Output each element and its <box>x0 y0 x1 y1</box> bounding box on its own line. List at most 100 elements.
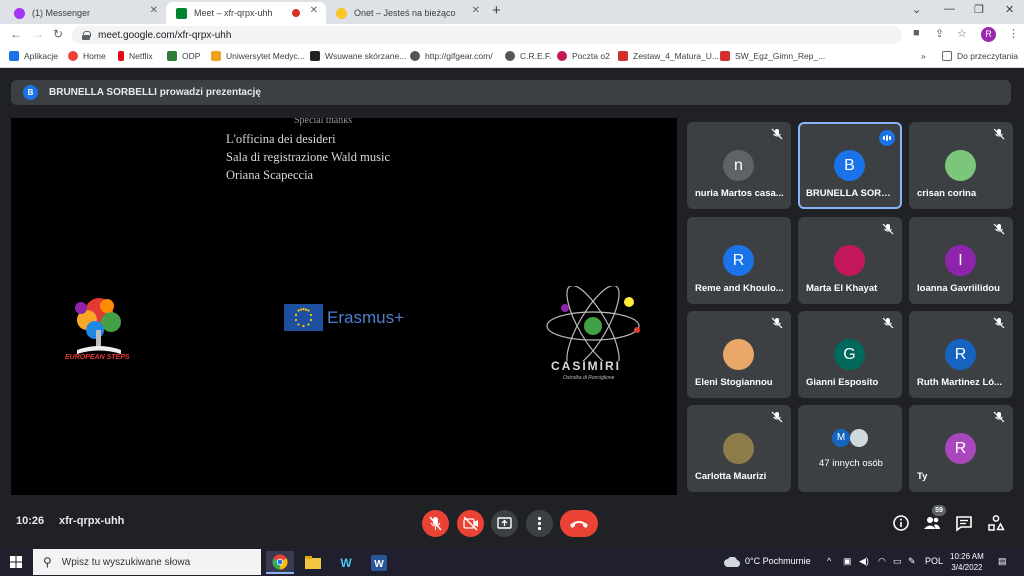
tab-search-icon[interactable]: ⌄ <box>912 3 921 16</box>
close-icon[interactable]: ✕ <box>150 5 158 16</box>
reading-list-button[interactable]: Do przeczytania <box>942 51 1018 61</box>
present-screen-button[interactable] <box>491 510 518 537</box>
taskbar-search-box[interactable]: ⚲ Wpisz tu wyszukiwane słowa <box>33 549 261 575</box>
pen-icon[interactable]: ✎ <box>908 556 916 567</box>
mic-off-icon <box>993 223 1005 235</box>
tab-messenger[interactable]: (1) Messenger ✕ <box>4 2 166 24</box>
share-icon[interactable]: ⇪ <box>935 27 944 40</box>
bookmark-home[interactable]: Home <box>68 51 106 61</box>
people-icon[interactable] <box>923 514 941 532</box>
bookmark-label: Aplikacje <box>24 51 59 61</box>
leave-call-button[interactable] <box>560 510 598 537</box>
windows-start-icon[interactable] <box>10 556 22 568</box>
participant-tile[interactable]: Marta El Khayat <box>798 217 902 304</box>
notifications-icon[interactable]: ▤ <box>998 556 1007 567</box>
participant-name: Gianni Esposito <box>806 377 879 388</box>
participant-tile[interactable]: R Reme and Khoulo... <box>687 217 791 304</box>
close-icon[interactable]: ✕ <box>310 5 318 16</box>
participant-tile[interactable]: G Gianni Esposito <box>798 311 902 398</box>
battery-icon[interactable]: ▭ <box>893 556 902 567</box>
forward-icon[interactable]: → <box>32 27 44 41</box>
avatar: R <box>723 245 754 276</box>
more-options-button[interactable] <box>526 510 553 537</box>
taskbar-word[interactable]: W <box>365 551 393 574</box>
mic-toggle-button[interactable] <box>422 510 449 537</box>
minimize-button[interactable]: — <box>944 3 955 15</box>
camera-off-icon <box>463 516 478 531</box>
meet-app: B BRUNELLA SORBELLI prowadzi prezentację… <box>0 68 1024 548</box>
taskbar-file-explorer[interactable] <box>299 551 327 574</box>
credit-line: Oriana Scapeccia <box>226 168 314 182</box>
camera-toggle-button[interactable] <box>457 510 484 537</box>
avatar: G <box>834 339 865 370</box>
participant-tile[interactable]: crisan corina <box>909 122 1013 209</box>
chat-icon[interactable] <box>955 514 973 532</box>
participant-name: nuria Martos casa... <box>695 188 784 199</box>
system-clock[interactable]: 10:26 AM 3/4/2022 <box>950 551 984 573</box>
tray-app-icon[interactable]: ▣ <box>843 556 852 567</box>
meeting-code: xfr-qrpx-uhh <box>59 515 125 527</box>
bookmark-zestaw[interactable]: Zestaw_4_Matura_U... <box>618 51 719 61</box>
maximize-button[interactable]: ❐ <box>974 3 984 16</box>
presenter-avatar: B <box>23 85 38 100</box>
bookmark-apps[interactable]: Aplikacje <box>9 51 58 61</box>
participant-name: Ruth Martinez Ló... <box>917 377 1002 388</box>
bookmark-star-icon[interactable]: ☆ <box>957 27 967 40</box>
bookmark-label: Netflix <box>129 51 153 61</box>
info-icon[interactable] <box>892 514 910 532</box>
participant-tile[interactable]: Eleni Stogiannou <box>687 311 791 398</box>
language-indicator[interactable]: POL <box>925 556 943 566</box>
globe-icon <box>410 51 420 61</box>
bookmark-netflix[interactable]: Netflix <box>118 51 153 61</box>
participant-tile[interactable]: n nuria Martos casa... <box>687 122 791 209</box>
avatar: M <box>832 429 850 447</box>
back-icon[interactable]: ← <box>10 27 22 41</box>
self-tile[interactable]: R Ty <box>909 405 1013 492</box>
others-tile[interactable]: M 47 innych osób <box>798 405 902 492</box>
network-icon[interactable]: ◠ <box>878 556 886 567</box>
taskbar-chrome[interactable] <box>266 551 294 574</box>
more-vert-icon <box>537 516 542 531</box>
profile-avatar[interactable]: R <box>981 27 996 42</box>
bookmark-wsuwane[interactable]: Wsuwane skórzane... <box>310 51 406 61</box>
casimiri-logo: CASIMIRI Ostrolka di Ronciglione <box>541 284 646 391</box>
mic-off-icon <box>771 317 783 329</box>
camera-icon[interactable]: ■ <box>913 27 920 39</box>
activities-icon[interactable] <box>987 514 1005 532</box>
avatar: n <box>723 150 754 181</box>
credits-heading: Special thanks <box>294 118 353 126</box>
show-hidden-icons[interactable]: ^ <box>827 556 831 566</box>
weather-text[interactable]: 0°C Pochmurnie <box>745 556 811 566</box>
participant-tile[interactable]: B BRUNELLA SORBE... <box>798 122 902 209</box>
bookmark-uniwersytet[interactable]: Uniwersytet Medyc... <box>211 51 305 61</box>
avatar-photo <box>850 429 868 447</box>
document-icon <box>720 51 730 61</box>
close-icon[interactable]: ✕ <box>472 5 480 16</box>
volume-icon[interactable]: ◀) <box>859 556 869 567</box>
new-tab-button[interactable]: + <box>492 2 501 19</box>
bookmark-gifgear[interactable]: http://gifgear.com/ <box>410 51 493 61</box>
more-bookmarks-button[interactable]: » <box>921 51 926 61</box>
taskbar-wisual[interactable]: W <box>332 551 360 574</box>
menu-kebab-icon[interactable]: ⋮ <box>1008 27 1019 40</box>
meeting-controls: 10:26 xfr-qrpx-uhh 59 <box>0 500 1024 548</box>
bookmark-odp[interactable]: ODP <box>167 51 200 61</box>
presentation-stage[interactable]: Special thanks L'officina dei desideri S… <box>11 118 677 495</box>
participant-tile[interactable]: R Ruth Martinez Ló... <box>909 311 1013 398</box>
tab-meet[interactable]: Meet – xfr-qrpx-uhh ✕ <box>166 2 326 24</box>
participant-tile[interactable]: Carlotta Maurizi <box>687 405 791 492</box>
bookmark-poczta[interactable]: Poczta o2 <box>557 51 610 61</box>
participant-tile[interactable]: I Ioanna Gavriilidou <box>909 217 1013 304</box>
participant-name: Marta El Khayat <box>806 283 878 294</box>
others-count: 47 innych osób <box>819 458 883 469</box>
url-field[interactable]: meet.google.com/xfr-qrpx-uhh <box>72 26 902 44</box>
close-window-button[interactable]: ✕ <box>1005 3 1014 16</box>
bookmark-sw-egz[interactable]: SW_Egz_Gimn_Rep_... <box>720 51 825 61</box>
mic-off-icon <box>771 411 783 423</box>
participant-name: crisan corina <box>917 188 977 199</box>
participant-name: Reme and Khoulo... <box>695 283 784 294</box>
speaking-indicator-icon <box>879 130 895 146</box>
bookmark-cref[interactable]: C.R.E.F. <box>505 51 552 61</box>
reload-icon[interactable]: ↻ <box>53 27 63 41</box>
tab-onet[interactable]: Onet – Jesteś na bieżąco ✕ <box>326 2 488 24</box>
